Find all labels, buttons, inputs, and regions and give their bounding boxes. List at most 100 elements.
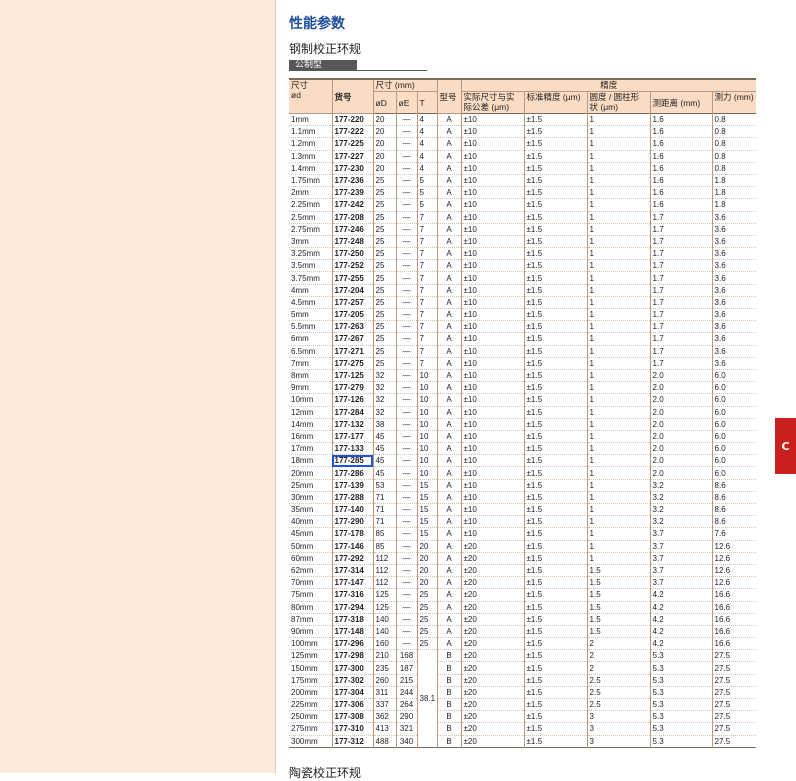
cell-code[interactable]: 177-286	[331, 466, 373, 480]
cell-code[interactable]: 177-227	[331, 150, 373, 163]
cell-code[interactable]: 177-208	[331, 211, 373, 224]
cell-code[interactable]: 177-139	[331, 479, 373, 492]
cell-code[interactable]: 177-239	[331, 186, 373, 199]
cell-size: 1mm	[291, 115, 309, 125]
table-row: 4mm 177-204 25—7 A ±10 ±1.5 1 1.7 3.6	[289, 284, 757, 297]
cell-code[interactable]: 177-284	[331, 406, 373, 419]
cell-oe: —	[395, 235, 417, 248]
cell-code[interactable]: 177-177	[331, 430, 373, 443]
cell-code[interactable]: 177-205	[331, 308, 373, 321]
cell-code[interactable]: 177-292	[331, 552, 373, 565]
cell-actual-tol: ±10	[460, 259, 525, 272]
cell-code[interactable]: 177-288	[331, 491, 373, 504]
cell-t: 10	[416, 442, 438, 455]
cell-roundness: 1	[586, 271, 651, 285]
cell-actual-tol: ±10	[460, 406, 525, 419]
cell-std-acc: ±1.5	[523, 332, 588, 346]
cell-type: A	[436, 442, 462, 455]
cell-roundness: 1	[586, 223, 651, 236]
cell-gauge-distance: 1.6	[649, 150, 713, 163]
cell-code[interactable]: 177-178	[331, 527, 373, 541]
cell-force: 8.6	[711, 479, 757, 492]
cell-code[interactable]: 177-318	[331, 613, 373, 626]
cell-t: 7	[416, 332, 438, 346]
cell-code[interactable]: 177-302	[331, 674, 373, 687]
cell-code[interactable]: 177-230	[331, 162, 373, 175]
cell-code[interactable]: 177-133	[331, 442, 373, 455]
cell-actual-tol: ±10	[460, 393, 525, 406]
cell-code[interactable]: 177-304	[331, 686, 373, 699]
cell-code[interactable]: 177-242	[331, 198, 373, 211]
cell-od: 25	[372, 345, 396, 358]
cell-oe: —	[395, 564, 417, 577]
cell-code[interactable]: 177-312	[331, 735, 373, 748]
cell-code[interactable]: 177-296	[331, 637, 373, 650]
cell-code[interactable]: 177-314	[331, 564, 373, 577]
cell-std-acc: ±1.5	[523, 601, 588, 614]
cell-std-acc: ±1.5	[523, 466, 588, 480]
cell-code[interactable]: 177-246	[331, 223, 373, 236]
cell-code[interactable]: 177-225	[331, 137, 373, 151]
cell-code[interactable]: 177-290	[331, 515, 373, 528]
cell-code[interactable]: 177-310	[331, 722, 373, 736]
cell-roundness: 1	[586, 150, 651, 163]
cell-code[interactable]: 177-126	[331, 393, 373, 406]
cell-od: 112	[372, 576, 396, 589]
cell-gauge-distance: 5.3	[649, 674, 713, 687]
cell-code[interactable]: 177-236	[331, 174, 373, 187]
cell-code[interactable]: 177-263	[331, 320, 373, 333]
cell-od: 25	[372, 284, 396, 297]
cell-code[interactable]: 177-294	[331, 601, 373, 614]
cell-code[interactable]: 177-308	[331, 710, 373, 723]
cell-code[interactable]: 177-147	[331, 576, 373, 589]
cell-oe: —	[395, 271, 417, 285]
table-row: 2.75mm 177-246 25—7 A ±10 ±1.5 1 1.7 3.6	[289, 223, 757, 236]
cell-size: 5.5mm	[291, 322, 316, 332]
cell-gauge-distance: 2.0	[649, 406, 713, 419]
cell-code[interactable]: 177-125	[331, 369, 373, 382]
cell-code[interactable]: 177-140	[331, 503, 373, 516]
cell-actual-tol: ±10	[460, 174, 525, 187]
cell-od: 25	[372, 259, 396, 272]
cell-size: 1.75mm	[291, 176, 320, 186]
table-row: 3.75mm 177-255 25—7 A ±10 ±1.5 1 1.7 3.6	[289, 271, 757, 285]
cell-gauge-distance: 2.0	[649, 418, 713, 431]
cell-code[interactable]: 177-248	[331, 235, 373, 248]
cell-t: 5	[416, 186, 438, 199]
cell-code[interactable]: 177-298	[331, 649, 373, 662]
cell-code[interactable]: 177-306	[331, 698, 373, 711]
cell-code[interactable]: 177-316	[331, 588, 373, 601]
cell-code[interactable]: 177-220	[331, 113, 373, 126]
cell-code[interactable]: 177-148	[331, 625, 373, 638]
cell-code[interactable]: 177-252	[331, 259, 373, 272]
cell-std-acc: ±1.5	[523, 454, 588, 467]
cell-code[interactable]: 177-146	[331, 540, 373, 553]
cell-code[interactable]: 177-204	[331, 284, 373, 297]
cell-code[interactable]: 177-132	[331, 418, 373, 431]
cell-code[interactable]: 177-285	[331, 454, 373, 467]
cell-size: 7mm	[291, 358, 309, 368]
cell-code[interactable]: 177-300	[331, 661, 373, 675]
cell-gauge-distance: 1.7	[649, 271, 713, 285]
cell-size: 30mm	[291, 492, 314, 502]
cell-od: 71	[372, 491, 396, 504]
cell-od: 20	[372, 150, 396, 163]
cell-gauge-distance: 1.7	[649, 320, 713, 333]
cell-code[interactable]: 177-279	[331, 381, 373, 394]
cell-od: 45	[372, 466, 396, 480]
cell-oe: —	[395, 174, 417, 187]
cell-size: 200mm	[291, 687, 318, 697]
cell-code[interactable]: 177-267	[331, 332, 373, 346]
cell-force: 27.5	[711, 722, 757, 736]
cell-std-acc: ±1.5	[523, 418, 588, 431]
cell-code[interactable]: 177-257	[331, 296, 373, 309]
cell-code[interactable]: 177-255	[331, 271, 373, 285]
cell-code[interactable]: 177-250	[331, 247, 373, 260]
cell-code[interactable]: 177-271	[331, 345, 373, 358]
cell-code[interactable]: 177-222	[331, 125, 373, 138]
chapter-tab-c[interactable]: C	[775, 418, 796, 474]
cell-code[interactable]: 177-275	[331, 357, 373, 370]
spec-table: 尺寸 ød 货号 尺寸 (mm) 型号 精度 øD øE T 实际尺寸与实际公差 …	[289, 78, 757, 748]
cell-size: 5mm	[291, 310, 309, 320]
cell-force: 8.6	[711, 503, 757, 516]
